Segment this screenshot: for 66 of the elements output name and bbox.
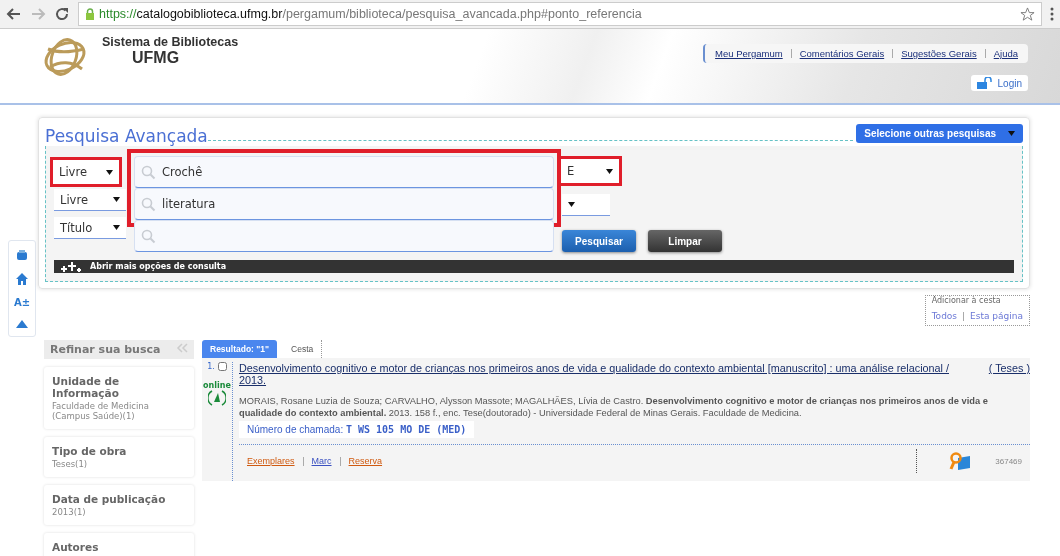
clear-button[interactable]: Limpar [648,230,722,252]
search-field[interactable] [134,220,554,252]
field-select[interactable]: Título [54,217,126,239]
online-icon[interactable] [208,390,226,406]
refine-title: Refinar sua busca [50,343,161,356]
result-number: 1. [207,362,215,371]
caret-icon [606,168,613,174]
search-icon [141,228,156,244]
field-select[interactable]: Livre [54,189,126,211]
operator-select[interactable]: E [558,156,622,186]
home-icon[interactable] [16,273,28,285]
caret-icon [1008,131,1015,136]
search-button[interactable]: Pesquisar [562,230,636,252]
other-searches-button[interactable]: Selecione outras pesquisas [856,124,1023,143]
result-title-link[interactable]: Desenvolvimento cognitivo e motor de crianças nos primeiros anos de vida e qualidade do contexto ambiental [manuscrito] : uma análise relacional / 2013. [239,362,977,386]
call-number: Número de chamada: T WS 105 MO DE (MED) [239,421,475,439]
record-id: 367469 [995,456,1022,466]
search-document-icon[interactable] [949,452,972,471]
header-link[interactable]: Sugestões Gerais [901,48,977,59]
operator-select[interactable] [562,194,610,216]
action-link[interactable]: Reserva [348,456,383,467]
header-link[interactable]: Meu Pergamum [715,48,783,59]
results-tab[interactable]: Resultado: "1" [202,340,278,358]
caret-icon [113,197,120,202]
facet-title: Unidade de Informação [52,375,121,399]
login-button[interactable]: Login [970,75,1028,91]
plus-icon [60,261,84,272]
facet-link[interactable]: 2013(1) [52,507,186,517]
online-label: online [203,381,231,390]
search-icon [141,196,156,212]
caret-icon [568,202,575,207]
address-bar[interactable]: https://catalogobiblioteca.ufmg.br/pergamum/biblioteca/pesquisa_avancada.php#ponto_referencia [78,2,1042,26]
basket-link[interactable]: Esta página [970,311,1023,321]
facet-link[interactable]: Teses(1) [52,459,186,469]
facet-title: Data de publicação [52,493,167,505]
action-link[interactable]: Exemplares [247,456,295,467]
field-select[interactable]: Livre [50,157,122,187]
caret-icon [113,225,120,230]
caret-icon [106,169,113,175]
header-link[interactable]: Comentários Gerais [799,48,885,59]
basket-link[interactable]: Todos [931,311,958,321]
up-arrow-icon[interactable] [16,320,28,328]
font-size-button[interactable]: A± [13,297,31,308]
books-icon[interactable] [16,249,28,261]
header-link[interactable]: Ajuda [993,48,1018,59]
unlock-icon [976,77,993,89]
reference-text: MORAIS, Rosane Luzia de Souza; CARVALHO, Alysson Massote; MAGALHÃES, Lívia de Castro. Desenvolvimento cognitivo e motor de crianças nos primeiros anos de vida e qualidade do contexto ambiental. 2013. 158 f., enc. Tese(doutorado) - Universidade Federal de Minas Gerais. Faculdade de Medicina. [239,396,989,420]
star-icon[interactable] [1020,6,1035,22]
site-subtitle: UFMG [131,49,181,67]
facet-link[interactable]: Faculdade de Medicina (Campus Saúde)(1) [52,401,186,421]
facet-title: Autores [52,541,100,553]
menu-icon[interactable] [1050,7,1054,21]
panel-title: Pesquisa Avançada [45,126,208,146]
type-link[interactable]: ( Teses ) [988,362,1030,386]
action-link[interactable]: Marc [311,456,332,467]
lock-icon [85,8,95,20]
result-checkbox[interactable] [217,362,227,371]
basket-label: Adicionar à cesta [931,296,1002,305]
search-icon [141,164,156,180]
more-options-bar[interactable]: Abrir mais opções de consulta [54,260,1014,273]
reload-icon[interactable] [54,6,70,22]
search-field[interactable]: literatura [134,188,554,220]
facet-title: Tipo de obra [52,445,128,457]
back-icon[interactable] [6,6,22,22]
search-field[interactable]: Crochê [134,156,554,188]
site-title: Sistema de Bibliotecas [102,35,239,49]
